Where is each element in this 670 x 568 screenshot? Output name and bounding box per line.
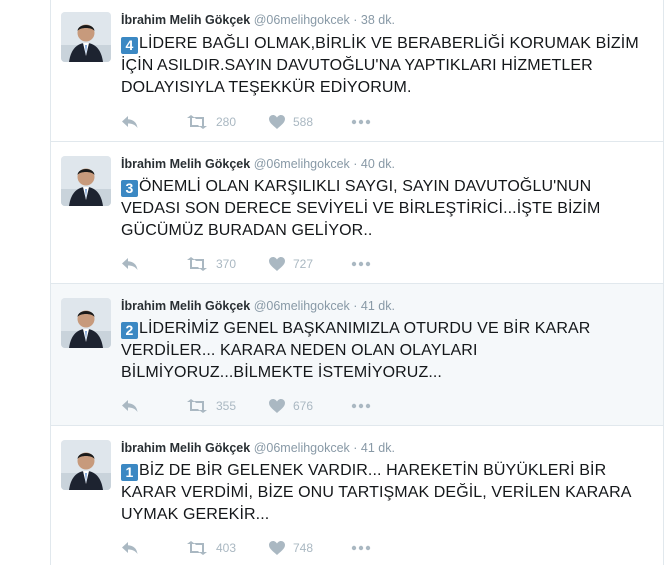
keycap-number-icon: 4 [121,37,138,54]
timestamp[interactable]: 41 dk. [361,441,395,455]
tweet-timeline: İbrahim Melih Gökçek @06melihgokcek · 38… [50,0,664,565]
heart-icon [269,541,285,555]
heart-icon [269,257,285,271]
keycap-number-icon: 1 [121,464,138,481]
tweet[interactable]: İbrahim Melih Gökçek @06melihgokcek · 41… [51,284,663,426]
retweet-icon [186,541,208,555]
tweet-text: 2 LİDERİMİZ GENEL BAŞKANIMIZLA OTURDU VE … [121,318,646,384]
author-name[interactable]: İbrahim Melih Gökçek [121,299,250,313]
retweet-button[interactable]: 280 [186,112,236,132]
like-button[interactable]: 588 [269,112,313,132]
tweet-header: İbrahim Melih Gökçek @06melihgokcek · 41… [121,299,395,313]
avatar[interactable] [61,440,111,490]
reply-icon [121,399,139,413]
tweet-body: BİZ DE BİR GELENEK VARDIR... HAREKETİN B… [121,462,631,523]
retweet-icon [186,115,208,129]
timestamp[interactable]: 40 dk. [361,157,395,171]
tweet-text: 1 BİZ DE BİR GELENEK VARDIR... HAREKETİN … [121,460,646,526]
heart-icon [269,115,285,129]
tweet-actions: 280 588 [121,112,421,132]
separator: · [353,441,358,455]
author-name[interactable]: İbrahim Melih Gökçek [121,13,250,27]
separator: · [353,299,358,313]
keycap-number-icon: 2 [121,322,138,339]
timestamp[interactable]: 41 dk. [361,299,395,313]
author-handle[interactable]: @06melihgokcek [254,441,350,455]
retweet-button[interactable]: 370 [186,254,236,274]
retweet-button[interactable]: 403 [186,538,236,558]
retweet-count: 370 [216,257,237,271]
reply-button[interactable] [121,538,139,558]
tweet-body: ÖNEMLİ OLAN KARŞILIKLI SAYGI, SAYIN DAVU… [121,178,601,239]
like-count: 676 [293,399,314,413]
more-button[interactable] [351,396,371,416]
like-button[interactable]: 676 [269,396,313,416]
heart-icon [269,399,285,413]
reply-button[interactable] [121,112,139,132]
separator: · [353,13,358,27]
author-handle[interactable]: @06melihgokcek [254,13,350,27]
tweet-text: 4 LİDERE BAĞLI OLMAK,BİRLİK VE BERABERLİĞ… [121,33,646,99]
keycap-number-icon: 3 [121,180,138,197]
like-count: 588 [293,115,314,129]
reply-icon [121,541,139,555]
tweet-header: İbrahim Melih Gökçek @06melihgokcek · 40… [121,157,395,171]
more-button[interactable] [351,538,371,558]
reply-button[interactable] [121,254,139,274]
avatar[interactable] [61,12,111,62]
tweet-body: LİDERE BAĞLI OLMAK,BİRLİK VE BERABERLİĞİ… [121,35,639,96]
more-icon [351,261,371,267]
timestamp[interactable]: 38 dk. [361,13,395,27]
more-button[interactable] [351,254,371,274]
tweet-body: LİDERİMİZ GENEL BAŞKANIMIZLA OTURDU VE B… [121,320,591,381]
avatar[interactable] [61,156,111,206]
like-count: 748 [293,541,314,555]
more-button[interactable] [351,112,371,132]
author-handle[interactable]: @06melihgokcek [254,157,350,171]
reply-icon [121,257,139,271]
retweet-button[interactable]: 355 [186,396,236,416]
retweet-icon [186,399,208,413]
tweet[interactable]: İbrahim Melih Gökçek @06melihgokcek · 38… [51,0,663,142]
more-icon [351,403,371,409]
more-icon [351,545,371,551]
tweet-header: İbrahim Melih Gökçek @06melihgokcek · 38… [121,13,395,27]
like-count: 727 [293,257,314,271]
tweet-text: 3 ÖNEMLİ OLAN KARŞILIKLI SAYGI, SAYIN DAV… [121,176,646,242]
reply-icon [121,115,139,129]
tweet-actions: 355 676 [121,396,421,416]
tweet-actions: 403 748 [121,538,421,558]
tweet-actions: 370 727 [121,254,421,274]
like-button[interactable]: 727 [269,254,313,274]
author-name[interactable]: İbrahim Melih Gökçek [121,441,250,455]
like-button[interactable]: 748 [269,538,313,558]
avatar[interactable] [61,298,111,348]
tweet-header: İbrahim Melih Gökçek @06melihgokcek · 41… [121,441,395,455]
retweet-count: 355 [216,399,237,413]
retweet-count: 280 [216,115,237,129]
more-icon [351,119,371,125]
reply-button[interactable] [121,396,139,416]
tweet[interactable]: İbrahim Melih Gökçek @06melihgokcek · 40… [51,142,663,284]
author-name[interactable]: İbrahim Melih Gökçek [121,157,250,171]
retweet-count: 403 [216,541,237,555]
tweet[interactable]: İbrahim Melih Gökçek @06melihgokcek · 41… [51,426,663,568]
separator: · [353,157,358,171]
author-handle[interactable]: @06melihgokcek [254,299,350,313]
retweet-icon [186,257,208,271]
